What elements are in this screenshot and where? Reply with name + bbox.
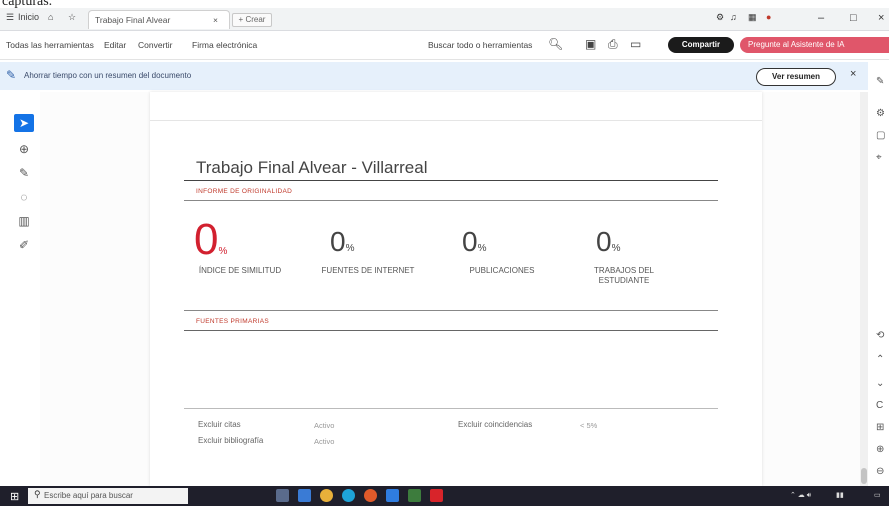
search-icon[interactable]: 🔍︎ — [548, 37, 563, 51]
home-icon[interactable]: ⌂ — [48, 12, 53, 22]
banner-text: Ahorrar tiempo con un resumen del docume… — [24, 71, 192, 80]
tab-close-icon[interactable]: × — [213, 15, 218, 25]
summary-banner: ✎ Ahorrar tiempo con un resumen del docu… — [0, 62, 868, 90]
menu-label[interactable]: Inicio — [18, 12, 39, 22]
share-button[interactable]: Compartir — [668, 37, 734, 53]
right-page-icon[interactable]: ▢ — [876, 130, 885, 141]
taskbar-search-icon: ⚲ — [34, 489, 41, 499]
exclude-bibliography-label: Excluir bibliografía — [198, 436, 264, 445]
tab-document[interactable]: Trabajo Final Alvear × — [88, 10, 230, 29]
right-attach-icon[interactable]: ⌖ — [876, 152, 882, 163]
exclude-quotes-value: Activo — [314, 421, 335, 430]
new-tab-button[interactable]: + Crear — [232, 13, 272, 27]
summary-icon: ✎ — [6, 68, 17, 82]
view-summary-button[interactable]: Ver resumen — [756, 68, 836, 86]
select-tool-icon[interactable]: ➤ — [14, 114, 34, 132]
student-papers-label: TRABAJOS DEL ESTUDIANTE — [593, 266, 654, 285]
page-view-icon[interactable]: ▣ — [585, 37, 596, 51]
word-app-icon[interactable] — [386, 489, 399, 502]
files-app-icon[interactable] — [408, 489, 421, 502]
apps-icon[interactable]: ▦ — [748, 12, 757, 23]
search-tools-input[interactable]: Buscar todo o herramientas — [428, 40, 532, 50]
right-fit-icon[interactable]: ⊞ — [876, 422, 884, 433]
acrobat-app-icon[interactable] — [430, 489, 443, 502]
tray-icons[interactable]: ⌃ ☁ 🔊︎ — [790, 491, 811, 500]
right-rotate-icon[interactable]: ⟲ — [876, 330, 884, 341]
scrollbar-thumb[interactable] — [861, 468, 867, 484]
pen-tool-icon[interactable]: ✎ — [14, 164, 34, 182]
taskbar-search-field[interactable]: Escribe aquí para buscar — [28, 488, 188, 504]
print-icon[interactable]: ⎙ — [608, 37, 618, 52]
banner-close-icon[interactable]: × — [850, 68, 856, 80]
settings-icon[interactable]: ⚙ — [716, 12, 724, 23]
profile-icon[interactable]: ● — [766, 12, 771, 22]
document-title: Trabajo Final Alvear - Villarreal — [196, 158, 428, 177]
primary-sources-label: FUENTES PRIMARIAS — [196, 318, 269, 325]
star-icon[interactable]: ☆ — [68, 12, 76, 23]
footer-rule — [184, 408, 718, 409]
stats-rule — [184, 310, 718, 311]
exclude-quotes-label: Excluir citas — [198, 420, 241, 429]
windows-start-icon[interactable]: ⊞ — [10, 490, 19, 503]
exclude-bibliography-value: Activo — [314, 437, 335, 446]
internet-sources-label: FUENTES DE INTERNET — [321, 266, 415, 275]
exclude-matches-label: Excluir coincidencias — [458, 420, 533, 429]
menu-edit[interactable]: Editar — [104, 40, 126, 50]
maximize-icon[interactable]: □ — [850, 12, 857, 24]
student-papers-value: 0% — [596, 226, 621, 257]
similarity-index-label: ÍNDICE DE SIMILITUD — [198, 266, 282, 275]
exclude-matches-value: < 5% — [580, 421, 598, 430]
minimize-icon[interactable]: – — [818, 12, 824, 24]
scrollbar-track[interactable] — [860, 92, 868, 486]
stamp-tool-icon[interactable]: ✐ — [14, 236, 34, 254]
document-page — [150, 92, 762, 486]
title-rule — [184, 180, 718, 181]
publications-label: PUBLICACIONES — [469, 266, 535, 275]
right-refresh-icon[interactable]: C — [876, 400, 883, 411]
publications-value: 0% — [462, 226, 487, 257]
ai-assistant-button[interactable]: Pregunte al Asistente de IA — [740, 37, 889, 53]
comment-icon[interactable]: ▭ — [630, 37, 641, 51]
right-tools-icon[interactable]: ⚙ — [876, 108, 885, 119]
right-up-icon[interactable]: ⌃ — [876, 354, 884, 365]
sources-rule — [184, 330, 718, 331]
menu-convert[interactable]: Convertir — [138, 40, 172, 50]
bell-icon[interactable]: ♫ — [730, 12, 737, 22]
edge-app-icon[interactable] — [342, 489, 355, 502]
text-select-icon[interactable]: ▥ — [14, 212, 34, 230]
zoom-tool-icon[interactable]: ⊕ — [14, 140, 34, 158]
right-zoom-in-icon[interactable]: ⊕ — [876, 444, 884, 455]
lasso-tool-icon[interactable]: ◌ — [14, 188, 34, 206]
browser-titlebar: ☰ Inicio ⌂ ☆ Trabajo Final Alvear × + Cr… — [0, 8, 889, 31]
originality-label: INFORME DE ORIGINALIDAD — [196, 188, 293, 195]
menu-esign[interactable]: Firma electrónica — [192, 40, 257, 50]
chrome-app-icon[interactable] — [320, 489, 333, 502]
notifications-icon[interactable]: ▭ — [874, 491, 881, 499]
right-zoom-out-icon[interactable]: ⊖ — [876, 466, 884, 477]
hamburger-icon[interactable]: ☰ — [6, 12, 14, 23]
internet-sources-value: 0% — [330, 226, 355, 257]
page-divider — [150, 120, 762, 121]
task-view-icon[interactable] — [276, 489, 289, 502]
tray-clock-icon: ▮▮ — [836, 492, 844, 499]
tab-title: Trabajo Final Alvear — [95, 15, 171, 25]
windows-taskbar: ⊞ Escribe aquí para buscar ⚲ ⌃ ☁ 🔊︎ ▮▮ ▭ — [0, 486, 889, 506]
menu-all-tools[interactable]: Todas las herramientas — [6, 40, 94, 50]
browser-app-icon[interactable] — [364, 489, 377, 502]
right-down-icon[interactable]: ⌄ — [876, 378, 884, 389]
window-close-icon[interactable]: × — [878, 12, 884, 24]
mail-app-icon[interactable] — [298, 489, 311, 502]
right-panel-icon[interactable]: ✎ — [876, 76, 884, 87]
app-toolbar: Todas las herramientas Editar Convertir … — [0, 31, 889, 60]
originality-rule — [184, 200, 718, 201]
